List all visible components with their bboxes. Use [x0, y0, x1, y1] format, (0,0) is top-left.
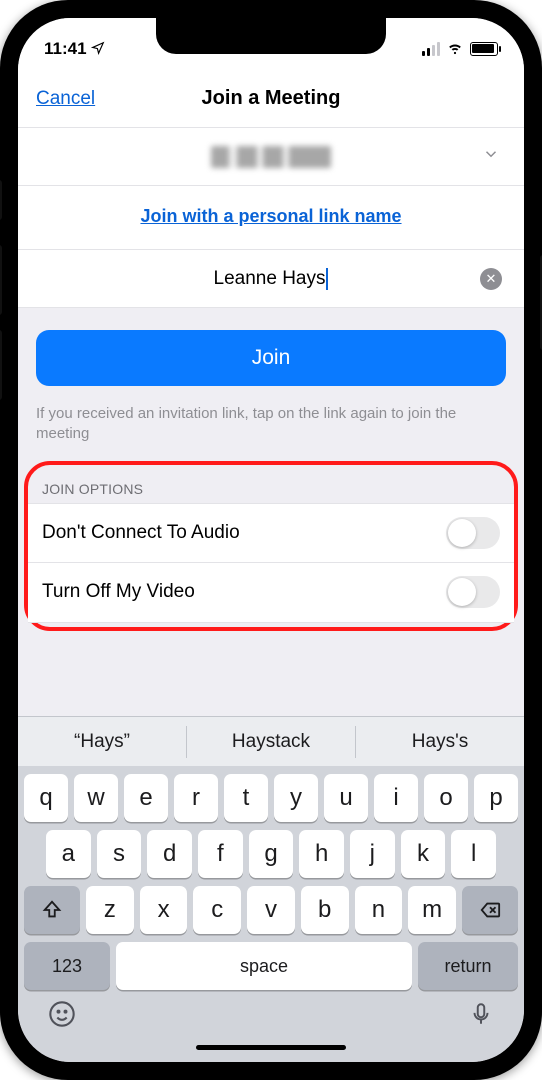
key-h[interactable]: h [299, 830, 344, 878]
location-icon [91, 41, 105, 58]
name-field-row[interactable]: Leanne Hays ✕ [18, 250, 524, 308]
suggestion-bar: “Hays” Haystack Hays's [18, 716, 524, 766]
key-d[interactable]: d [147, 830, 192, 878]
backspace-key[interactable] [462, 886, 518, 934]
invitation-hint: If you received an invitation link, tap … [18, 396, 524, 459]
chevron-down-icon[interactable] [482, 145, 500, 169]
emoji-icon[interactable] [48, 1000, 76, 1035]
key-c[interactable]: c [193, 886, 241, 934]
key-r[interactable]: r [174, 774, 218, 822]
key-b[interactable]: b [301, 886, 349, 934]
key-i[interactable]: i [374, 774, 418, 822]
option-label: Turn Off My Video [42, 581, 195, 603]
page-title: Join a Meeting [202, 87, 341, 110]
audio-toggle[interactable] [446, 517, 500, 549]
key-l[interactable]: l [451, 830, 496, 878]
clear-text-icon[interactable]: ✕ [480, 268, 502, 290]
key-f[interactable]: f [198, 830, 243, 878]
join-button[interactable]: Join [36, 330, 506, 386]
option-label: Don't Connect To Audio [42, 522, 240, 544]
return-key[interactable]: return [418, 942, 518, 990]
key-j[interactable]: j [350, 830, 395, 878]
battery-icon [470, 42, 498, 56]
suggestion[interactable]: “Hays” [18, 726, 187, 758]
key-u[interactable]: u [324, 774, 368, 822]
meeting-id-field[interactable] [18, 128, 524, 186]
key-k[interactable]: k [401, 830, 446, 878]
cancel-button[interactable]: Cancel [36, 88, 95, 110]
personal-link[interactable]: Join with a personal link name [140, 206, 401, 226]
join-options-header: JOIN OPTIONS [28, 469, 514, 503]
nav-bar: Cancel Join a Meeting [18, 70, 524, 128]
mic-icon[interactable] [468, 1001, 494, 1034]
option-turn-off-video: Turn Off My Video [28, 563, 514, 623]
suggestion[interactable]: Haystack [187, 726, 356, 758]
key-t[interactable]: t [224, 774, 268, 822]
key-a[interactable]: a [46, 830, 91, 878]
key-p[interactable]: p [474, 774, 518, 822]
key-v[interactable]: v [247, 886, 295, 934]
text-cursor [326, 268, 328, 290]
key-e[interactable]: e [124, 774, 168, 822]
numeric-key[interactable]: 123 [24, 942, 110, 990]
status-time: 11:41 [44, 39, 87, 59]
meeting-id-masked [211, 146, 331, 168]
space-key[interactable]: space [116, 942, 412, 990]
personal-link-row: Join with a personal link name [18, 186, 524, 250]
key-n[interactable]: n [355, 886, 403, 934]
suggestion[interactable]: Hays's [356, 726, 524, 758]
keyboard: “Hays” Haystack Hays's q w e r t y u i o… [18, 716, 524, 1062]
key-s[interactable]: s [97, 830, 142, 878]
video-toggle[interactable] [446, 576, 500, 608]
key-q[interactable]: q [24, 774, 68, 822]
key-m[interactable]: m [408, 886, 456, 934]
cellular-signal-icon [422, 42, 440, 56]
key-y[interactable]: y [274, 774, 318, 822]
key-z[interactable]: z [86, 886, 134, 934]
join-options-callout: JOIN OPTIONS Don't Connect To Audio Turn… [24, 461, 518, 631]
key-w[interactable]: w [74, 774, 118, 822]
name-input[interactable]: Leanne Hays [214, 268, 326, 290]
wifi-icon [446, 38, 464, 61]
key-x[interactable]: x [140, 886, 188, 934]
key-o[interactable]: o [424, 774, 468, 822]
shift-key[interactable] [24, 886, 80, 934]
home-indicator[interactable] [196, 1045, 346, 1050]
key-g[interactable]: g [249, 830, 294, 878]
option-dont-connect-audio: Don't Connect To Audio [28, 503, 514, 563]
device-notch [156, 18, 386, 54]
